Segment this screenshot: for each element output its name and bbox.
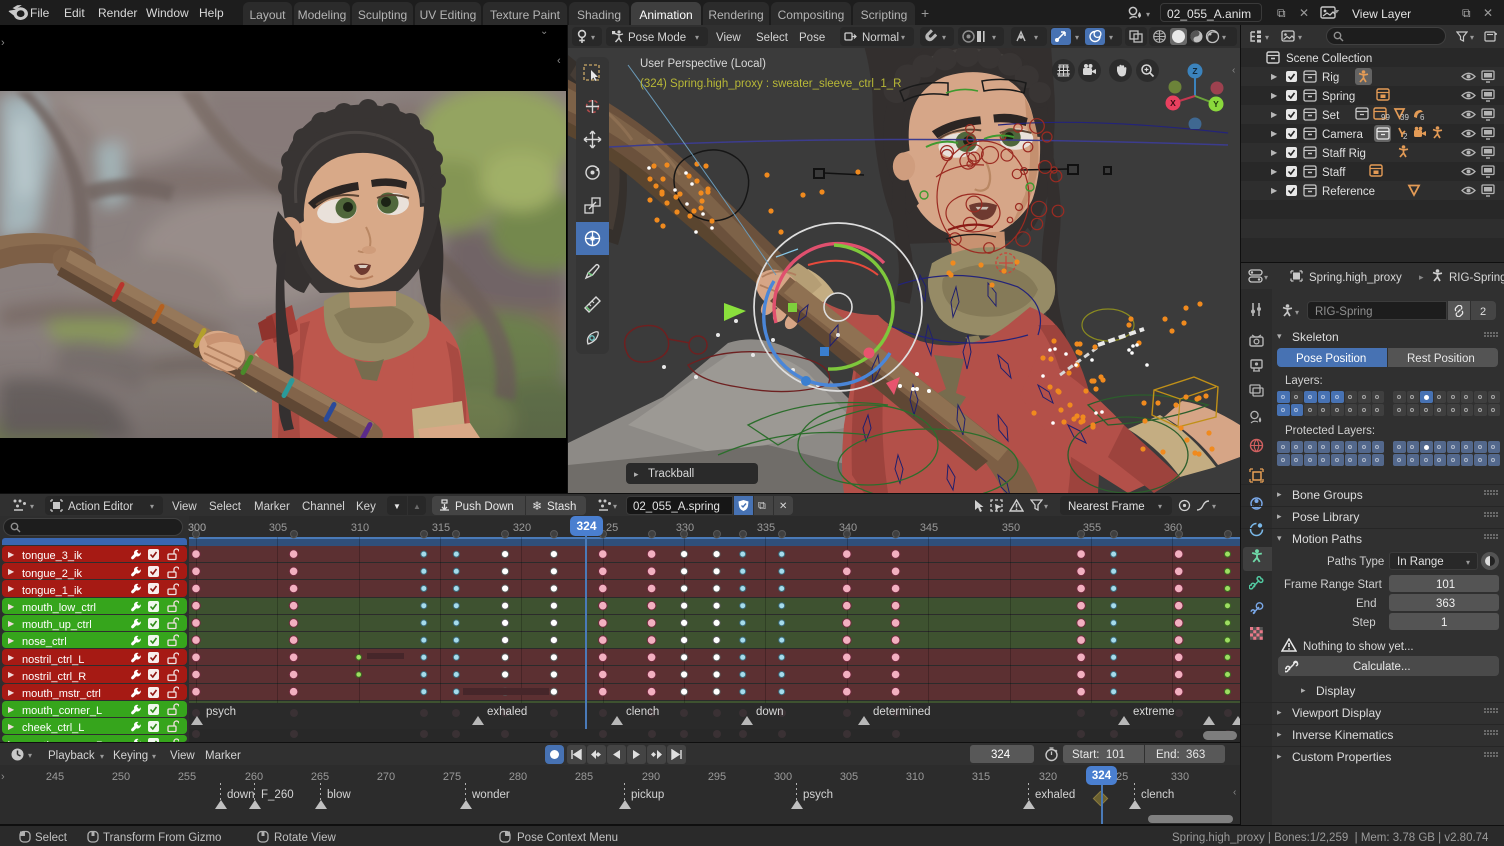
svg-text:X: X xyxy=(1170,98,1176,108)
svg-text:Z: Z xyxy=(1192,66,1197,76)
svg-text:Y: Y xyxy=(1213,99,1219,109)
